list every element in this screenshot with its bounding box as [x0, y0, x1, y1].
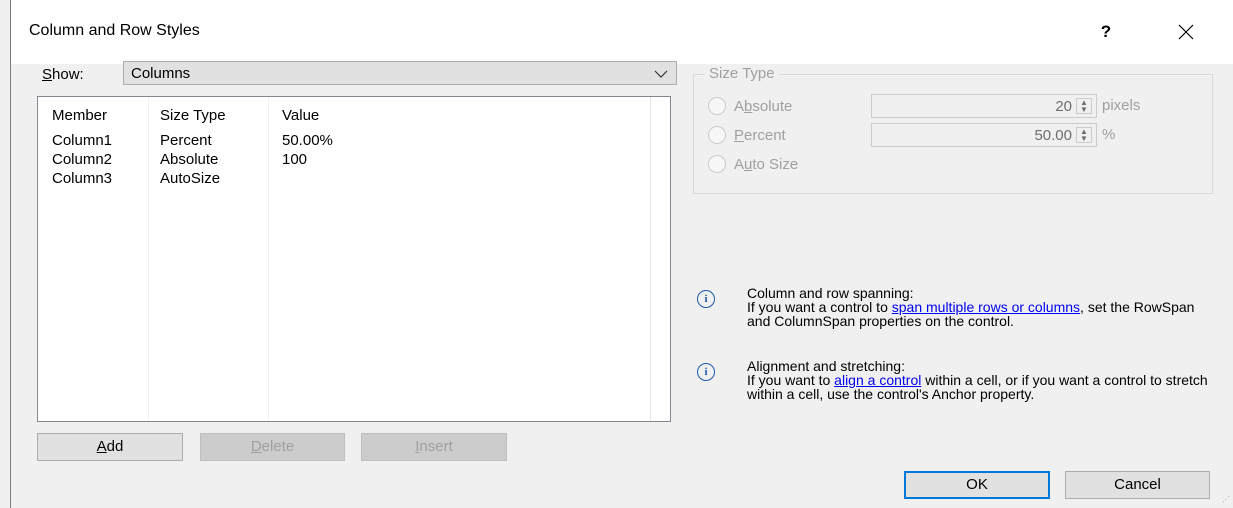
size-type-group-title: Size Type: [705, 65, 779, 82]
show-label-rest: how:: [52, 66, 84, 83]
info-spanning-heading: Column and row spanning:: [747, 285, 914, 301]
autosize-radio-label[interactable]: Auto Size: [734, 156, 798, 173]
show-label-mnemonic: S: [42, 66, 53, 83]
delete-button-rest: elete: [261, 438, 295, 455]
show-dropdown[interactable]: Columns: [123, 61, 677, 85]
absolute-radio[interactable]: [708, 97, 726, 115]
info-alignment: Alignment and stretching: If you want to…: [747, 359, 1217, 401]
info-spanning-body: If you want a control to span multiple r…: [747, 300, 1217, 328]
row-member[interactable]: Column2: [52, 151, 112, 168]
help-button[interactable]: ?: [1091, 17, 1121, 47]
header-value[interactable]: Value: [282, 107, 319, 124]
ok-button[interactable]: OK: [904, 471, 1050, 499]
show-label: Show:: [42, 66, 84, 83]
spinner-arrows-icon[interactable]: ▲ ▼: [1076, 127, 1092, 143]
resize-grip-icon[interactable]: ⋰: [1222, 495, 1230, 504]
column-separator: [148, 97, 149, 421]
add-button[interactable]: Add: [37, 433, 183, 461]
info-alignment-body: If you want to align a control within a …: [747, 373, 1217, 401]
add-button-mnemonic: A: [96, 438, 107, 455]
percent-label-mnemonic: P: [734, 127, 745, 144]
row-value[interactable]: 50.00%: [282, 132, 333, 149]
absolute-label-rest: solute: [752, 98, 793, 115]
delete-button-mnemonic: D: [250, 438, 262, 455]
row-size-type[interactable]: Percent: [160, 132, 212, 149]
autosize-label-rest: to Size: [752, 156, 799, 173]
window-title: Column and Row Styles: [29, 22, 200, 39]
delete-button[interactable]: Delete: [200, 433, 345, 461]
info-icon: i: [697, 363, 715, 381]
percent-value-spinner[interactable]: 50.00 ▲ ▼: [871, 123, 1097, 147]
column-row-styles-dialog: Column and Row Styles ? Show: Columns Me…: [10, 0, 1233, 508]
chevron-down-icon: [654, 63, 668, 86]
percent-radio-label[interactable]: Percent: [734, 127, 786, 144]
info-alignment-heading: Alignment and stretching:: [747, 358, 905, 374]
close-button[interactable]: [1168, 17, 1204, 47]
info-spanning: Column and row spanning: If you want a c…: [747, 286, 1217, 328]
info-icon: i: [697, 290, 715, 308]
header-member[interactable]: Member: [52, 107, 107, 124]
absolute-unit: pixels: [1102, 97, 1141, 114]
insert-button-rest: nsert: [419, 438, 453, 455]
spinner-arrows-icon[interactable]: ▲ ▼: [1076, 98, 1092, 114]
row-size-type[interactable]: AutoSize: [160, 170, 220, 187]
cancel-button[interactable]: Cancel: [1065, 471, 1210, 499]
list-scrollbar[interactable]: [650, 97, 670, 421]
show-dropdown-value: Columns: [131, 65, 191, 82]
autosize-label-pre: A: [734, 156, 745, 173]
percent-label-rest: ercent: [744, 127, 786, 144]
insert-button[interactable]: Insert: [361, 433, 507, 461]
absolute-radio-label[interactable]: Absolute: [734, 98, 792, 115]
absolute-value: 20: [1055, 98, 1072, 115]
styles-list[interactable]: Member Size Type Value Column1 Percent 5…: [37, 96, 671, 422]
autosize-radio[interactable]: [708, 155, 726, 173]
close-icon: [1178, 24, 1194, 40]
percent-value: 50.00: [1034, 127, 1072, 144]
absolute-value-spinner[interactable]: 20 ▲ ▼: [871, 94, 1097, 118]
row-member[interactable]: Column3: [52, 170, 112, 187]
row-size-type[interactable]: Absolute: [160, 151, 218, 168]
row-value[interactable]: 100: [282, 151, 307, 168]
add-button-rest: dd: [106, 438, 124, 455]
percent-unit: %: [1102, 126, 1116, 143]
column-separator: [268, 97, 269, 421]
percent-radio[interactable]: [708, 126, 726, 144]
absolute-label-pre: A: [734, 98, 745, 115]
row-member[interactable]: Column1: [52, 132, 112, 149]
title-bar: Column and Row Styles ?: [11, 0, 1233, 64]
header-size-type[interactable]: Size Type: [160, 107, 226, 124]
